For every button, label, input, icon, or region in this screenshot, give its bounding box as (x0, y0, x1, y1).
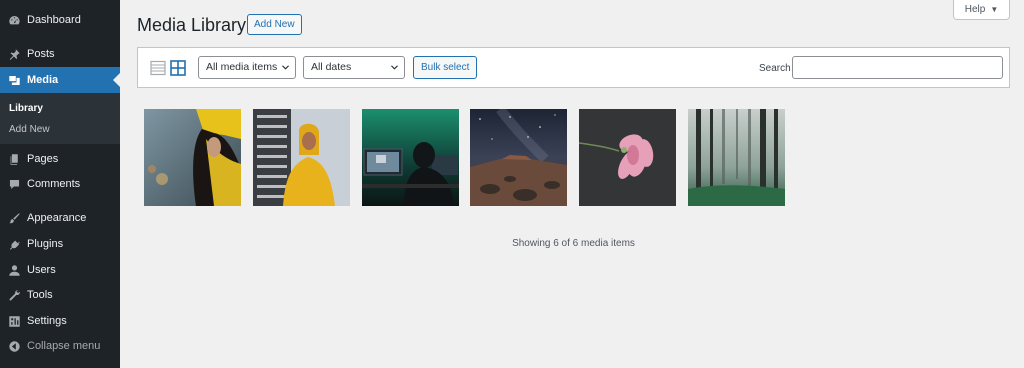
sidebar-item-label: Pages (27, 153, 59, 165)
sidebar-item-label: Plugins (27, 238, 64, 250)
pushpin-icon (7, 47, 21, 61)
sidebar-item-appearance[interactable]: Appearance (0, 205, 120, 231)
media-submenu: Library Add New (0, 93, 120, 144)
collapse-arrow-icon (7, 339, 21, 353)
media-thumbnail-2[interactable] (253, 109, 350, 206)
media-icon (7, 73, 21, 87)
collapse-menu-button[interactable]: Collapse menu (0, 333, 120, 359)
media-type-filter-value: All media items (206, 61, 278, 73)
page-title: Media Library (137, 15, 247, 35)
grid-view-icon (170, 60, 186, 76)
help-button[interactable]: Help ▼ (953, 0, 1010, 20)
list-view-button[interactable] (150, 60, 166, 76)
dashboard-icon (7, 13, 21, 27)
collapse-menu-label: Collapse menu (27, 340, 101, 352)
media-count-text: Showing 6 of 6 media items (512, 238, 635, 249)
chevron-down-icon (282, 65, 289, 70)
caret-down-icon: ▼ (990, 4, 999, 14)
image-thumbnail (470, 109, 567, 206)
sidebar-item-pages[interactable]: Pages (0, 146, 120, 172)
admin-sidebar: Dashboard Posts Media Library Add New Pa… (0, 0, 120, 368)
media-thumbnail-3[interactable] (362, 109, 459, 206)
media-thumbnail-4[interactable] (470, 109, 567, 206)
submenu-item-library[interactable]: Library (9, 103, 43, 114)
media-thumbnail-5[interactable] (579, 109, 676, 206)
search-label: Search (759, 63, 791, 74)
sidebar-item-label: Appearance (27, 212, 87, 224)
settings-icon (7, 314, 21, 328)
image-thumbnail (688, 109, 785, 206)
media-thumbnail-6[interactable] (688, 109, 785, 206)
list-view-icon (150, 60, 166, 76)
sidebar-item-posts[interactable]: Posts (0, 41, 120, 67)
sidebar-item-label: Posts (27, 48, 55, 60)
user-icon (7, 263, 21, 277)
comment-icon (7, 177, 21, 191)
date-filter-value: All dates (311, 61, 352, 73)
help-label: Help (964, 3, 986, 15)
sidebar-item-label: Settings (27, 315, 67, 327)
paintbrush-icon (7, 211, 21, 225)
search-input[interactable] (792, 56, 1003, 79)
sidebar-item-label: Users (27, 264, 56, 276)
pages-icon (7, 152, 21, 166)
plug-icon (7, 237, 21, 251)
image-thumbnail (144, 109, 241, 206)
bulk-select-button[interactable]: Bulk select (413, 56, 478, 79)
sidebar-item-users[interactable]: Users (0, 257, 120, 283)
sidebar-item-tools[interactable]: Tools (0, 282, 120, 308)
sidebar-item-label: Dashboard (27, 14, 81, 26)
grid-view-button[interactable] (170, 60, 186, 76)
chevron-down-icon (391, 65, 398, 70)
sidebar-item-comments[interactable]: Comments (0, 171, 120, 197)
sidebar-item-label: Tools (27, 289, 53, 301)
add-new-button[interactable]: Add New (247, 14, 302, 35)
sidebar-item-dashboard[interactable]: Dashboard (0, 7, 120, 33)
media-type-filter[interactable]: All media items (198, 56, 296, 79)
image-thumbnail (362, 109, 459, 206)
sidebar-item-settings[interactable]: Settings (0, 308, 120, 334)
sidebar-item-label: Media (27, 74, 59, 86)
submenu-item-add-new[interactable]: Add New (9, 124, 50, 135)
sidebar-item-media[interactable]: Media (0, 67, 120, 93)
image-thumbnail (253, 109, 350, 206)
sidebar-item-plugins[interactable]: Plugins (0, 231, 120, 257)
media-thumbnail-1[interactable] (144, 109, 241, 206)
sidebar-item-label: Comments (27, 178, 81, 190)
media-toolbar: All media items All dates Bulk select Se… (137, 47, 1010, 88)
image-thumbnail (579, 109, 676, 206)
date-filter[interactable]: All dates (303, 56, 405, 79)
wrench-icon (7, 288, 21, 302)
